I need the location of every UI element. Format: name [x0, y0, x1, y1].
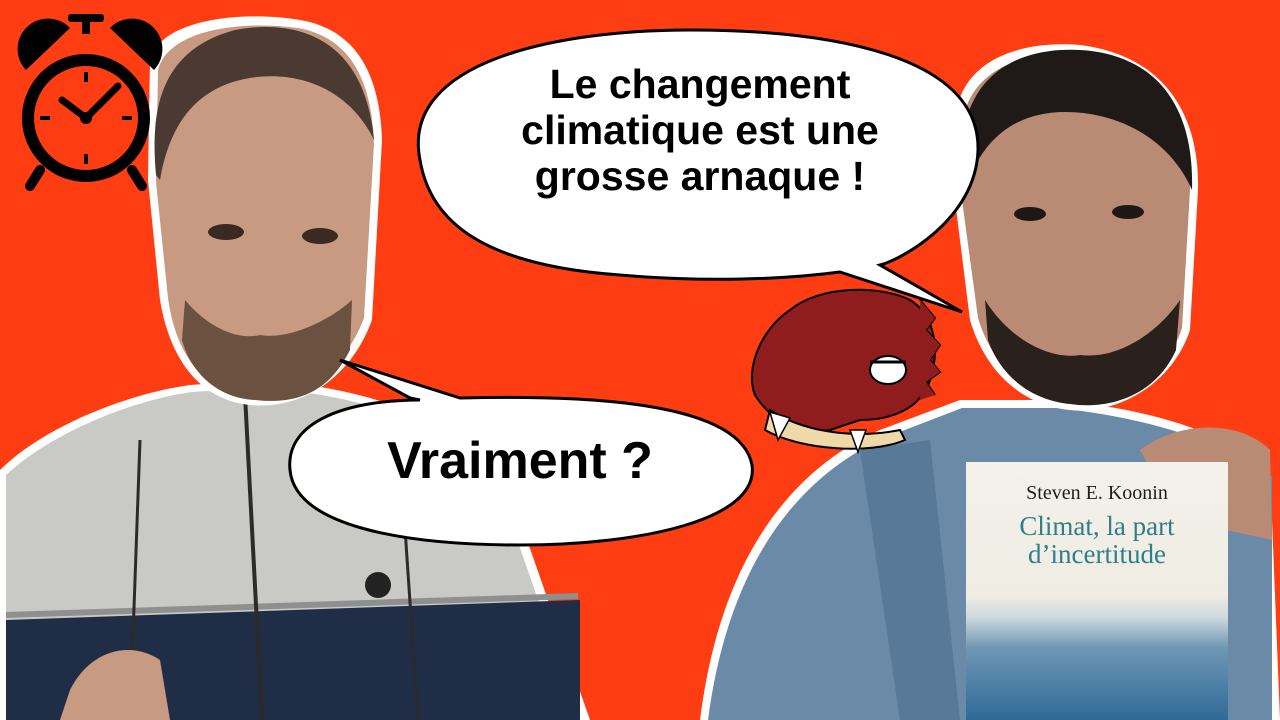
speech-bubble-bottom-text: Vraiment ? [387, 432, 653, 490]
book-title-line: Climat, la part [1019, 511, 1175, 541]
speech-bubble-top-text: Le changement climatique est une grosse … [440, 61, 960, 200]
book-title: Climat, la part d’incertitude [966, 512, 1228, 569]
speech-line: Le changement [549, 61, 851, 107]
book-cover: Steven E. Koonin Climat, la part d’incer… [966, 462, 1228, 720]
book-title-line: d’incertitude [1028, 539, 1166, 570]
speech-line: grosse arnaque ! [534, 152, 866, 199]
alarm-clock-icon [17, 14, 163, 191]
speech-line: climatique est une [521, 106, 879, 153]
book-author: Steven E. Koonin [1026, 482, 1168, 504]
